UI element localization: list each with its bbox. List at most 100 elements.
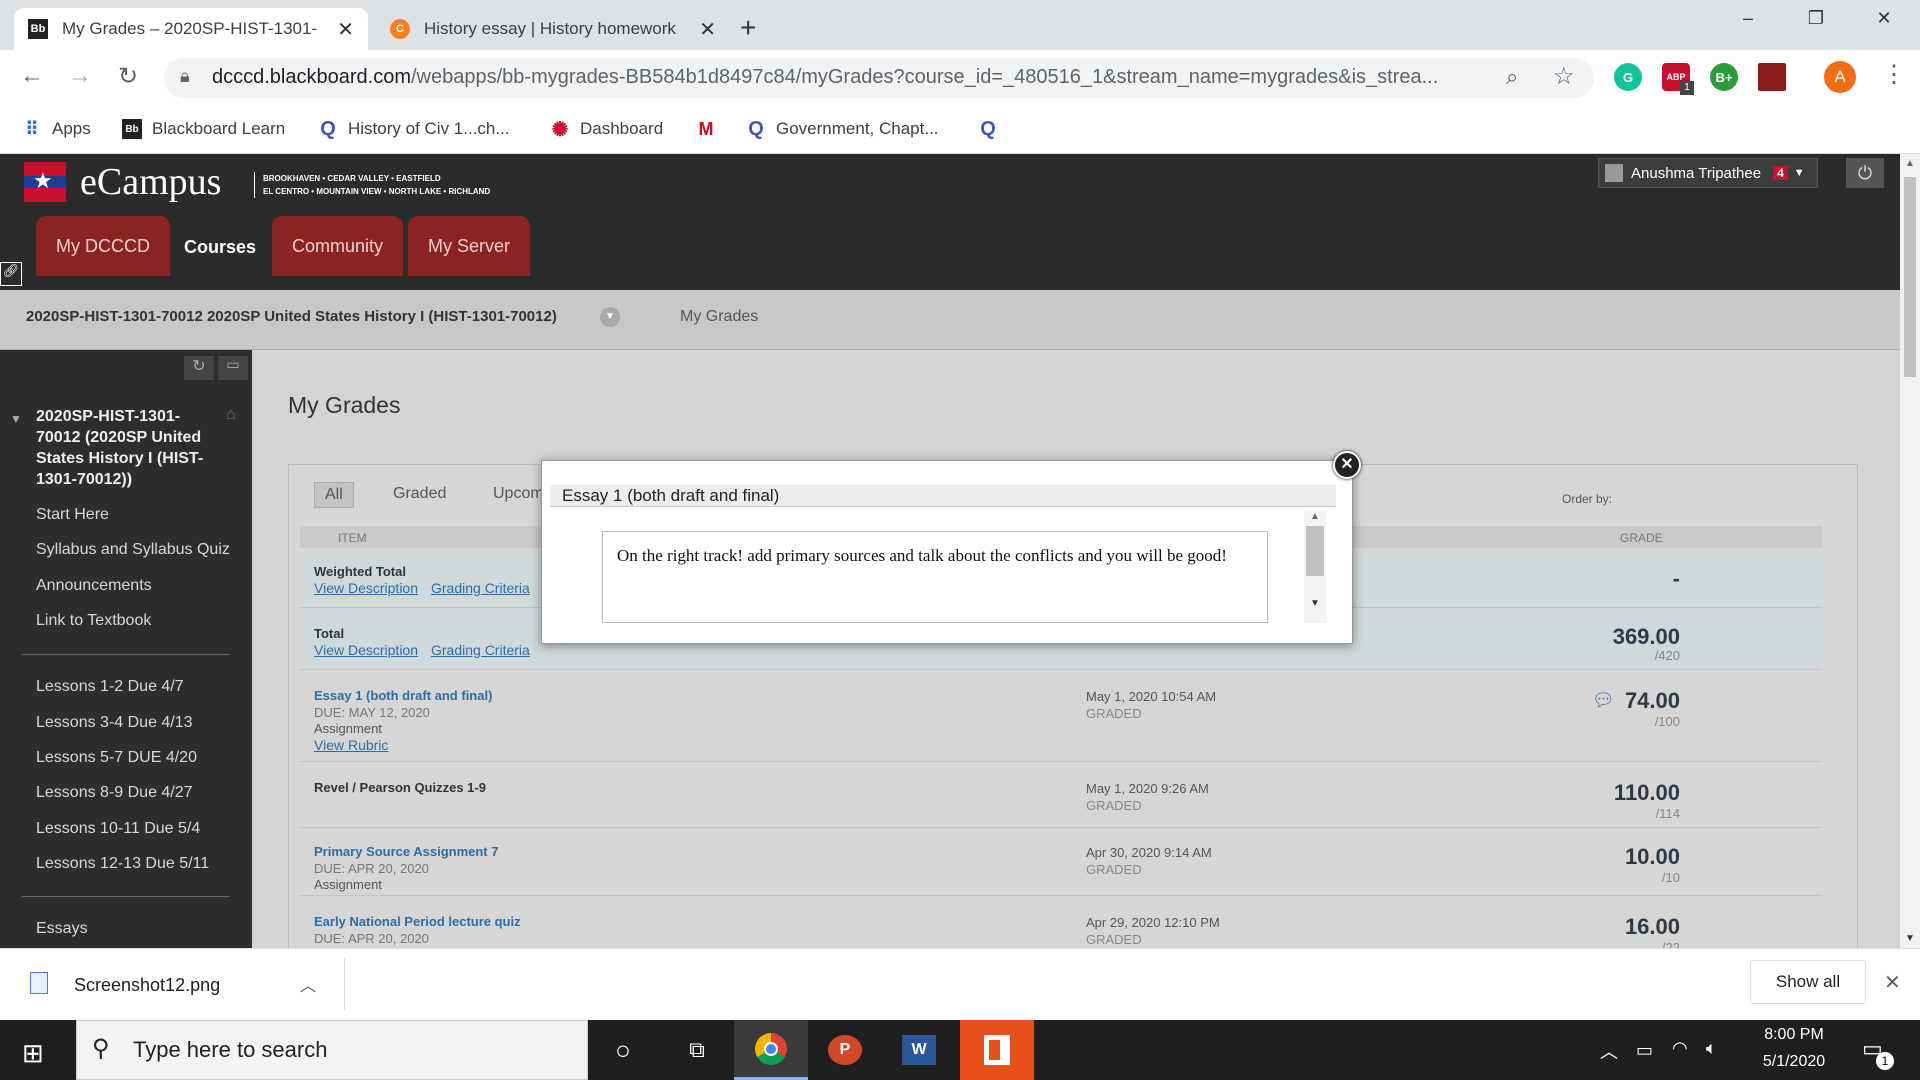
scroll-down-icon[interactable]: ▼ xyxy=(1900,933,1920,944)
sidebar-item-lessons-8-9[interactable]: Lessons 8-9 Due 4/27 xyxy=(36,784,232,802)
bookmark-quizlet[interactable]: Q xyxy=(978,114,1008,144)
new-tab-button[interactable]: + xyxy=(740,12,756,44)
power-icon[interactable]: ⏻ xyxy=(1846,158,1884,188)
ext-icon[interactable] xyxy=(1758,63,1786,91)
close-tab-icon[interactable]: ✕ xyxy=(699,17,716,42)
battery-icon[interactable]: ▭ xyxy=(1636,1040,1653,1061)
zoom-icon[interactable]: ⌕ xyxy=(1506,64,1518,90)
tab-my-grades[interactable]: Bb My Grades – 2020SP-HIST-1301- ✕ xyxy=(14,8,368,50)
bookmark-government[interactable]: Q Government, Chapt... xyxy=(746,114,938,144)
show-hidden-icons[interactable]: ︿ xyxy=(1600,1038,1618,1064)
bookmark-star-icon[interactable]: ☆ xyxy=(1553,62,1575,91)
collapse-icon[interactable]: ▼ xyxy=(10,412,22,426)
status: GRADED xyxy=(1086,706,1142,721)
bplus-icon[interactable]: B+ xyxy=(1710,63,1738,91)
bookmark-label: History of Civ 1...ch... xyxy=(348,119,510,138)
link-icon[interactable]: 🔗︎ xyxy=(0,262,22,286)
tab-community[interactable]: Community xyxy=(272,216,404,276)
item-name[interactable]: Essay 1 (both draft and final) xyxy=(314,688,492,703)
user-menu[interactable]: Anushma Tripathee 4 ▼ xyxy=(1598,158,1818,188)
close-window-button[interactable]: ✕ xyxy=(1854,8,1914,36)
scroll-thumb[interactable] xyxy=(1306,526,1324,576)
task-view-icon[interactable]: ⧉ xyxy=(660,1020,734,1080)
url-text[interactable]: dcccd.blackboard.com/webapps/bb-mygrades… xyxy=(212,66,1482,89)
cortana-icon[interactable]: ○ xyxy=(586,1020,660,1080)
wifi-icon[interactable]: ◠ xyxy=(1672,1038,1688,1059)
grading-criteria-link[interactable]: Grading Criteria xyxy=(431,642,530,658)
view-description-link[interactable]: View Description xyxy=(314,580,418,596)
windows-start-icon[interactable]: ⊞ xyxy=(22,1038,44,1069)
filter-graded[interactable]: Graded xyxy=(393,485,446,503)
logo-text[interactable]: eCampus xyxy=(80,160,221,204)
sidebar-course-name[interactable]: 2020SP-HIST-1301-70012 (2020SP United St… xyxy=(36,406,220,490)
chevron-down-icon[interactable]: ▼ xyxy=(600,307,620,327)
chrome-app[interactable] xyxy=(734,1020,808,1080)
item-name: Total xyxy=(314,626,345,641)
powerpoint-app[interactable]: P xyxy=(808,1020,882,1080)
restore-button[interactable]: ❐ xyxy=(1786,8,1846,36)
sidebar-item-textbook[interactable]: Link to Textbook xyxy=(36,612,232,630)
tab-my-dcccd[interactable]: My DCCCD xyxy=(36,216,170,276)
tab-my-server[interactable]: My Server xyxy=(408,216,531,276)
folder-icon[interactable]: ▭ xyxy=(218,356,248,380)
close-icon[interactable]: ✕ xyxy=(1884,970,1901,995)
scroll-down-icon[interactable]: ▼ xyxy=(1304,598,1326,609)
bookmark-history-civ[interactable]: Q History of Civ 1...ch... xyxy=(318,114,510,144)
grammarly-icon[interactable]: G xyxy=(1614,63,1642,91)
scroll-up-icon[interactable]: ▲ xyxy=(1900,158,1920,169)
clock-time[interactable]: 8:00 PM xyxy=(1744,1026,1844,1044)
close-tab-icon[interactable]: ✕ xyxy=(337,17,354,42)
filter-all[interactable]: All xyxy=(314,482,354,508)
clock-date[interactable]: 5/1/2020 xyxy=(1744,1053,1844,1071)
scroll-thumb[interactable] xyxy=(1904,177,1916,377)
sidebar-item-lessons-3-4[interactable]: Lessons 3-4 Due 4/13 xyxy=(36,714,232,732)
chevron-up-icon[interactable]: ︿ xyxy=(300,972,316,996)
sidebar-item-start-here[interactable]: Start Here xyxy=(36,506,232,524)
view-rubric-link[interactable]: View Rubric xyxy=(314,737,388,753)
taskbar-search[interactable]: Type here to search xyxy=(76,1020,588,1080)
sidebar-item-lessons-1-2[interactable]: Lessons 1-2 Due 4/7 xyxy=(36,678,232,696)
scroll-up-icon[interactable]: ▲ xyxy=(1304,511,1326,522)
tab-history-essay[interactable]: C History essay | History homework ✕ xyxy=(376,8,730,50)
item-name[interactable]: Early National Period lecture quiz xyxy=(314,914,521,929)
forward-arrow-icon[interactable]: → xyxy=(64,62,96,90)
bookmark-dashboard[interactable]: ✺ Dashboard xyxy=(550,114,664,144)
back-arrow-icon[interactable]: ← xyxy=(16,62,48,90)
sidebar-item-lessons-12-13[interactable]: Lessons 12-13 Due 5/11 xyxy=(36,855,232,873)
course-title[interactable]: 2020SP-HIST-1301-70012 2020SP United Sta… xyxy=(26,308,557,325)
profile-avatar[interactable]: A xyxy=(1824,61,1856,93)
download-filename[interactable]: Screenshot12.png xyxy=(74,975,220,996)
chrome-icon xyxy=(755,1032,787,1065)
item-name: Weighted Total xyxy=(314,564,406,579)
grading-criteria-link[interactable]: Grading Criteria xyxy=(431,580,530,596)
bookmark-apps[interactable]: ⠿ Apps xyxy=(22,114,91,144)
sidebar-item-announcements[interactable]: Announcements xyxy=(36,577,232,595)
page-scrollbar[interactable]: ▲ ▼ xyxy=(1900,154,1920,948)
bookmark-label: Apps xyxy=(52,119,91,138)
submitted-date: May 1, 2020 10:54 AM xyxy=(1086,689,1217,704)
word-app[interactable]: W xyxy=(882,1020,956,1080)
bookmark-mcgraw[interactable]: M xyxy=(696,114,726,144)
sidebar-item-syllabus[interactable]: Syllabus and Syllabus Quiz xyxy=(36,541,232,559)
dialog-scrollbar[interactable]: ▲ ▼ xyxy=(1304,511,1326,623)
minimize-button[interactable]: – xyxy=(1718,8,1778,36)
bookmark-blackboard[interactable]: Bb Blackboard Learn xyxy=(122,114,285,144)
grade-value: 74.00 xyxy=(1624,688,1680,713)
tab-title: History essay | History homework xyxy=(424,19,676,38)
home-icon[interactable]: ⌂ xyxy=(226,406,236,424)
show-all-button[interactable]: Show all xyxy=(1750,960,1866,1004)
view-description-link[interactable]: View Description xyxy=(314,642,418,658)
item-name[interactable]: Primary Source Assignment 7 xyxy=(314,844,498,859)
reload-icon[interactable]: ↻ xyxy=(112,62,144,91)
notification-badge: 4 xyxy=(1773,166,1788,180)
office-app[interactable] xyxy=(960,1020,1034,1080)
filter-upcoming[interactable]: Upcom xyxy=(493,485,544,503)
sidebar-item-essays[interactable]: Essays xyxy=(36,920,232,938)
volume-icon[interactable]: 🔈︎ xyxy=(1706,1038,1717,1059)
sidebar-item-lessons-5-7[interactable]: Lessons 5-7 DUE 4/20 xyxy=(36,749,232,767)
close-dialog-icon[interactable]: ✕ xyxy=(1333,451,1361,479)
refresh-icon[interactable]: ↻ xyxy=(184,356,214,380)
tab-courses[interactable]: Courses xyxy=(164,216,276,278)
menu-kebab-icon[interactable]: ⋮ xyxy=(1882,60,1906,89)
sidebar-item-lessons-10-11[interactable]: Lessons 10-11 Due 5/4 xyxy=(36,820,232,838)
